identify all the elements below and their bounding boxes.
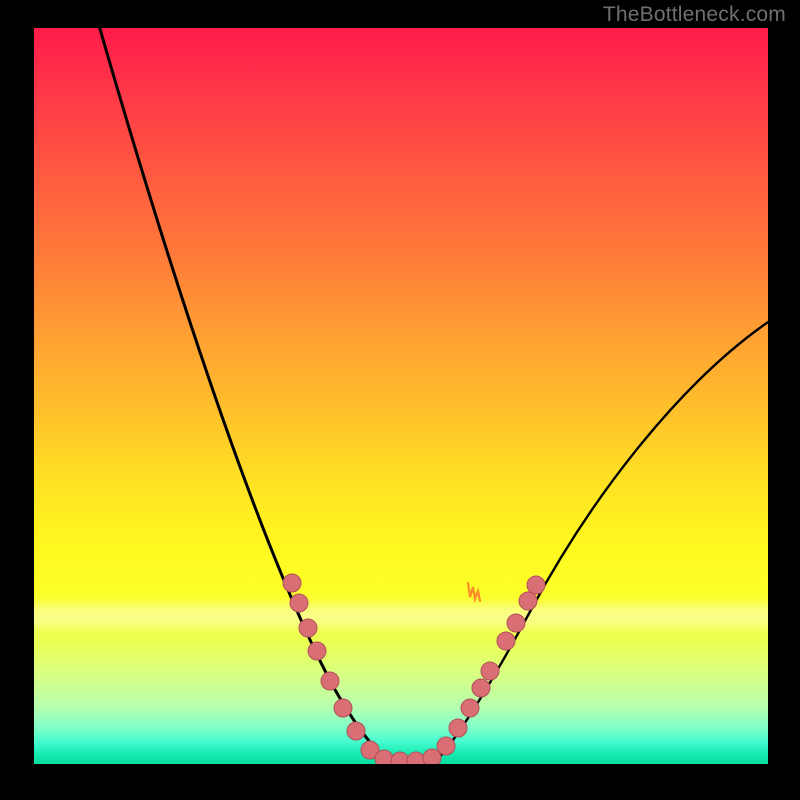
data-marker (308, 642, 326, 660)
plot-area (34, 28, 768, 764)
stage: TheBottleneck.com (0, 0, 800, 800)
data-marker (334, 699, 352, 717)
curve-layer (34, 28, 768, 764)
data-marker (472, 679, 490, 697)
data-marker (321, 672, 339, 690)
data-marker (497, 632, 515, 650)
data-marker (519, 592, 537, 610)
watermark-text: TheBottleneck.com (603, 3, 786, 27)
data-marker (481, 662, 499, 680)
curve-group (94, 28, 768, 763)
data-marker (527, 576, 545, 594)
data-marker (507, 614, 525, 632)
data-marker (449, 719, 467, 737)
data-marker (347, 722, 365, 740)
data-marker (299, 619, 317, 637)
data-marker (407, 752, 425, 764)
left-curve (94, 28, 390, 763)
marker-group (283, 574, 545, 764)
data-marker (391, 752, 409, 764)
right-glitch (468, 583, 480, 601)
data-marker (283, 574, 301, 592)
data-marker (375, 750, 393, 764)
data-marker (290, 594, 308, 612)
data-marker (437, 737, 455, 755)
data-marker (461, 699, 479, 717)
